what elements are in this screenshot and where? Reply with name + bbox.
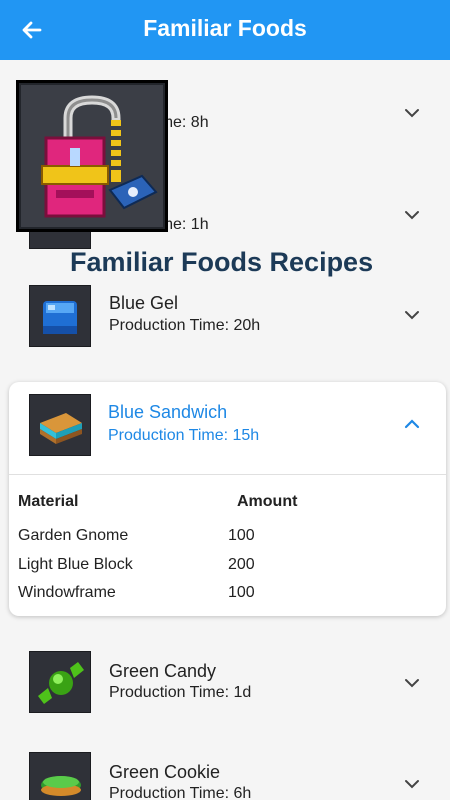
blue-sandwich-thumbnail: [29, 394, 91, 456]
recipes-overlay-title: Familiar Foods Recipes: [70, 247, 374, 277]
green-cookie-thumbnail: [29, 752, 91, 800]
material-column-header: Material: [18, 493, 79, 510]
chevron-down-icon[interactable]: [402, 774, 422, 794]
chevron-up-icon[interactable]: [402, 414, 422, 434]
blue-gel-thumbnail: [29, 285, 91, 347]
item-production-time: Production Time: 6h: [109, 785, 252, 800]
material-cell: Light Blue Block: [18, 556, 133, 573]
item-name: Blue Gel: [109, 293, 179, 313]
app-bar: Familiar Foods: [0, 0, 450, 60]
item-name: Green Candy: [109, 661, 217, 681]
item-production-time: Production Time: 20h: [109, 317, 261, 334]
list-item-green-cookie[interactable]: Green Cookie Production Time: 6h: [0, 735, 450, 800]
amount-column-header: Amount: [237, 493, 298, 510]
material-cell: Garden Gnome: [18, 527, 129, 544]
amount-cell: 100: [228, 527, 255, 544]
material-cell: Windowframe: [18, 584, 116, 601]
chevron-down-icon[interactable]: [402, 673, 422, 693]
amount-cell: 100: [228, 584, 255, 601]
chevron-down-icon[interactable]: [402, 305, 422, 325]
divider: [9, 474, 446, 475]
item-name: Green Cookie: [109, 762, 221, 782]
expanded-recipe-card[interactable]: Blue Sandwich Production Time: 15h Mater…: [9, 382, 446, 616]
green-candy-thumbnail: [29, 651, 91, 713]
page-title: Familiar Foods: [143, 15, 307, 41]
list-item-green-candy[interactable]: Green Candy Production Time: 1d: [0, 634, 450, 724]
locked-recipe-book-image: [16, 80, 168, 232]
amount-cell: 200: [228, 556, 255, 573]
list-item-blue-gel[interactable]: Blue Gel Production Time: 20h: [0, 268, 450, 358]
item-production-time: Production Time: 1d: [109, 684, 252, 701]
chevron-down-icon[interactable]: [402, 103, 422, 123]
item-name: Blue Sandwich: [108, 402, 228, 422]
chevron-down-icon[interactable]: [402, 205, 422, 225]
item-production-time: Production Time: 15h: [108, 427, 260, 444]
